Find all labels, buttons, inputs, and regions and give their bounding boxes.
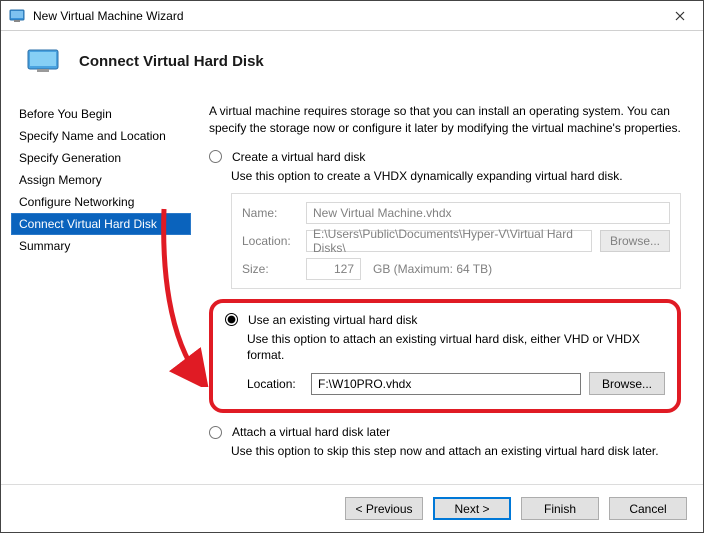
step-configure-networking[interactable]: Configure Networking bbox=[11, 191, 191, 213]
step-before-you-begin[interactable]: Before You Begin bbox=[11, 103, 191, 125]
step-summary[interactable]: Summary bbox=[11, 235, 191, 257]
cancel-button[interactable]: Cancel bbox=[609, 497, 687, 520]
window-title: New Virtual Machine Wizard bbox=[33, 9, 657, 23]
create-name-input: New Virtual Machine.vhdx bbox=[306, 202, 670, 224]
option-later-desc: Use this option to skip this step now an… bbox=[231, 443, 681, 460]
radio-create-vhd-label: Create a virtual hard disk bbox=[232, 150, 365, 164]
wizard-footer: < Previous Next > Finish Cancel bbox=[1, 484, 703, 532]
radio-create-vhd[interactable] bbox=[209, 150, 222, 163]
radio-attach-later[interactable] bbox=[209, 426, 222, 439]
intro-text: A virtual machine requires storage so th… bbox=[209, 103, 681, 138]
titlebar: New Virtual Machine Wizard bbox=[1, 1, 703, 31]
app-icon bbox=[9, 8, 25, 24]
option-create-vhd: Create a virtual hard disk Use this opti… bbox=[209, 150, 681, 289]
close-button[interactable] bbox=[657, 1, 703, 31]
step-specify-name[interactable]: Specify Name and Location bbox=[11, 125, 191, 147]
wizard-steps-sidebar: Before You Begin Specify Name and Locati… bbox=[11, 87, 191, 484]
wizard-window: New Virtual Machine Wizard Connect Virtu… bbox=[0, 0, 704, 533]
option-existing-desc: Use this option to attach an existing vi… bbox=[247, 331, 665, 365]
create-name-label: Name: bbox=[242, 206, 298, 220]
next-button[interactable]: Next > bbox=[433, 497, 511, 520]
step-specify-generation[interactable]: Specify Generation bbox=[11, 147, 191, 169]
existing-location-input[interactable] bbox=[311, 373, 581, 395]
option-create-desc: Use this option to create a VHDX dynamic… bbox=[231, 168, 681, 185]
wizard-header: Connect Virtual Hard Disk bbox=[1, 31, 703, 87]
create-vhd-fieldset: Name: New Virtual Machine.vhdx Location:… bbox=[231, 193, 681, 289]
wizard-content: A virtual machine requires storage so th… bbox=[191, 87, 693, 484]
radio-attach-later-label: Attach a virtual hard disk later bbox=[232, 425, 390, 439]
create-location-label: Location: bbox=[242, 234, 298, 248]
radio-use-existing-label: Use an existing virtual hard disk bbox=[248, 313, 417, 327]
wizard-icon bbox=[27, 49, 59, 73]
finish-button[interactable]: Finish bbox=[521, 497, 599, 520]
existing-location-label: Location: bbox=[247, 377, 303, 391]
previous-button[interactable]: < Previous bbox=[345, 497, 423, 520]
create-browse-button: Browse... bbox=[600, 230, 670, 252]
create-size-label: Size: bbox=[242, 262, 298, 276]
option-attach-later: Attach a virtual hard disk later Use thi… bbox=[209, 425, 681, 460]
create-size-unit: GB (Maximum: 64 TB) bbox=[373, 262, 492, 276]
page-title: Connect Virtual Hard Disk bbox=[79, 53, 264, 70]
step-assign-memory[interactable]: Assign Memory bbox=[11, 169, 191, 191]
wizard-body: Before You Begin Specify Name and Locati… bbox=[1, 87, 703, 484]
radio-use-existing[interactable] bbox=[225, 313, 238, 326]
step-connect-vhd[interactable]: Connect Virtual Hard Disk bbox=[11, 213, 191, 235]
existing-browse-button[interactable]: Browse... bbox=[589, 372, 665, 395]
option-use-existing-highlight: Use an existing virtual hard disk Use th… bbox=[209, 299, 681, 414]
create-size-input: 127 bbox=[306, 258, 361, 280]
create-location-input: E:\Users\Public\Documents\Hyper-V\Virtua… bbox=[306, 230, 592, 252]
